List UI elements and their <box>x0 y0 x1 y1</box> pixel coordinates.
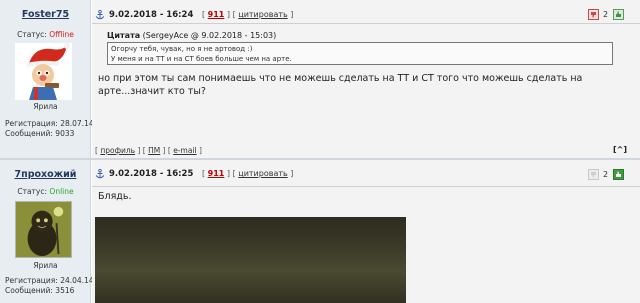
quote-line: У меня и на ТТ и на СТ боев больше чем н… <box>111 54 292 63</box>
quote-header: Цитата (SergeyAce @ 9.02.2018 - 15:03) <box>107 31 613 40</box>
post-number-link[interactable]: 911 <box>208 169 225 178</box>
registration-label: Регистрация: <box>5 119 58 128</box>
anchor-icon[interactable] <box>95 169 105 179</box>
scroll-top-link[interactable]: [^] <box>613 145 627 154</box>
quote-title: Цитата <box>107 31 141 40</box>
author-panel: 7прохожий Статус: Online Ярила Регистрац… <box>0 160 94 303</box>
registration-date: 28.07.14 <box>60 119 94 128</box>
thumb-down-icon[interactable] <box>588 9 599 20</box>
post-message: Блядь. <box>98 191 132 202</box>
messages-label: Сообщений: <box>5 286 53 295</box>
post-body: 9.02.2018 - 16:24 [ 911 ] [ цитировать ]… <box>92 0 640 158</box>
profile-link[interactable]: профиль <box>100 146 135 155</box>
author-name-link[interactable]: 7прохожий <box>0 169 91 180</box>
post-body: 9.02.2018 - 16:25 [ 911 ] [ цитировать ]… <box>92 160 640 303</box>
thumb-up-icon[interactable] <box>613 9 624 20</box>
post-links: [ 911 ] [ цитировать ] <box>202 169 294 178</box>
post-footer: [ профиль ] [ ПМ ] [ e-mail ] <box>95 146 202 155</box>
quote-link[interactable]: цитировать <box>238 10 287 19</box>
registration-label: Регистрация: <box>5 276 58 285</box>
quote-block: Цитата (SergeyAce @ 9.02.2018 - 15:03) О… <box>107 31 613 65</box>
user-meta: Регистрация: 28.07.14 Сообщений: 9033 <box>5 119 94 139</box>
avatar[interactable] <box>15 43 72 100</box>
user-status: Статус: Offline <box>0 30 91 39</box>
status-label: Статус: <box>17 187 48 196</box>
user-rank: Ярила <box>33 261 58 270</box>
user-rank: Ярила <box>33 102 58 111</box>
forum-post: Foster75 Статус: Offline Ярила Регистрац… <box>0 0 640 158</box>
thumb-down-icon[interactable] <box>588 169 599 180</box>
post-number-link[interactable]: 911 <box>208 10 225 19</box>
post-rating: 2 <box>588 9 628 23</box>
quote-meta: (SergeyAce @ 9.02.2018 - 15:03) <box>142 31 277 40</box>
anchor-icon[interactable] <box>95 10 105 20</box>
post-header: 9.02.2018 - 16:25 [ 911 ] [ цитировать ]… <box>92 160 640 187</box>
post-image[interactable] <box>95 217 406 303</box>
post-date: 9.02.2018 - 16:25 <box>109 169 194 179</box>
quote-line: Огорчу тебя, чувак, но я не артовод :) <box>111 45 253 53</box>
messages-count: 3516 <box>55 286 75 295</box>
author-panel: Foster75 Статус: Offline Ярила Регистрац… <box>0 0 94 158</box>
messages-count: 9033 <box>55 129 75 138</box>
status-value: Online <box>49 187 74 196</box>
post-message: но при этом ты сам понимаешь что не може… <box>98 73 583 97</box>
status-label: Статус: <box>17 30 47 39</box>
rating-count: 2 <box>603 10 609 19</box>
pm-link[interactable]: ПМ <box>148 146 160 155</box>
post-links: [ 911 ] [ цитировать ] <box>202 10 294 19</box>
forum-post: 7прохожий Статус: Online Ярила Регистрац… <box>0 160 640 303</box>
quote-link[interactable]: цитировать <box>238 169 287 178</box>
messages-label: Сообщений: <box>5 129 53 138</box>
avatar[interactable] <box>15 201 72 258</box>
rating-count: 2 <box>603 170 609 179</box>
registration-date: 24.04.14 <box>60 276 94 285</box>
post-header: 9.02.2018 - 16:24 [ 911 ] [ цитировать ]… <box>92 0 640 24</box>
email-link[interactable]: e-mail <box>173 146 196 155</box>
quote-text: Огорчу тебя, чувак, но я не артовод :) У… <box>107 42 613 65</box>
status-value: Offline <box>49 30 74 39</box>
user-meta: Регистрация: 24.04.14 Сообщений: 3516 <box>5 276 94 296</box>
thumb-up-icon[interactable] <box>613 169 624 180</box>
user-status: Статус: Online <box>0 187 91 196</box>
post-date: 9.02.2018 - 16:24 <box>109 10 194 20</box>
author-name-link[interactable]: Foster75 <box>0 9 91 20</box>
post-rating: 2 <box>588 169 628 183</box>
